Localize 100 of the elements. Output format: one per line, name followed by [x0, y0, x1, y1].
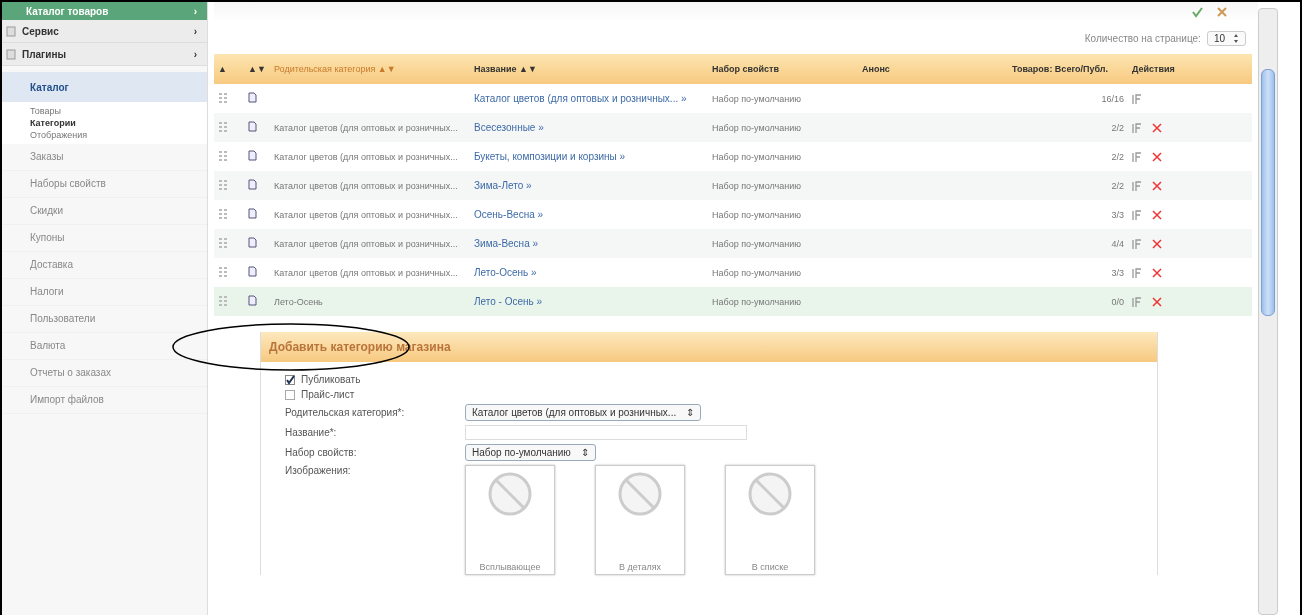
category-link[interactable]: Зима-Весна »: [474, 238, 539, 249]
delete-icon[interactable]: [1152, 296, 1162, 307]
edit-icon[interactable]: [1132, 150, 1142, 163]
edit-icon[interactable]: [1132, 237, 1142, 250]
sort-arrows-icon[interactable]: ▲▼: [248, 64, 266, 74]
drag-handle-icon[interactable]: [218, 265, 228, 278]
image-caption: Всплывающее: [479, 562, 541, 572]
edit-icon[interactable]: [1132, 295, 1142, 308]
sidebar-item[interactable]: Доставка: [2, 252, 207, 279]
table-cell: Каталог цветов (для оптовых и розничных...: [270, 258, 470, 287]
checkbox-label: Прайс-лист: [301, 389, 355, 400]
table-cell: 3/3: [1008, 258, 1128, 287]
delete-icon[interactable]: [1152, 180, 1162, 191]
table-cell: 2/2: [1008, 171, 1128, 200]
sidebar-item[interactable]: Скидки: [2, 198, 207, 225]
edit-icon[interactable]: [1132, 266, 1142, 279]
sidebar-item[interactable]: Пользователи: [2, 306, 207, 333]
delete-icon[interactable]: [1152, 151, 1162, 162]
check-icon[interactable]: [1191, 6, 1204, 18]
table-cell: 4/4: [1008, 229, 1128, 258]
category-link[interactable]: Осень-Весна »: [474, 209, 544, 220]
sidebar-section[interactable]: Плагины ›: [2, 43, 207, 66]
sidebar-item[interactable]: Купоны: [2, 225, 207, 252]
edit-icon[interactable]: [1132, 208, 1142, 221]
select-field[interactable]: Набор по-умолчанию ⇕: [465, 444, 596, 461]
sort-arrows-icon[interactable]: ▲▼: [519, 64, 537, 74]
table-row[interactable]: Каталог цветов (для оптовых и розничных... Букеты, композиции и корзины » Набор по-умолчанию 2/2: [214, 142, 1252, 171]
category-link[interactable]: Всесезонные »: [474, 122, 544, 133]
drag-handle-icon[interactable]: [218, 149, 228, 162]
drag-handle-icon[interactable]: [218, 236, 228, 249]
field-label: Изображения:: [285, 465, 352, 476]
sidebar-item[interactable]: Импорт файлов: [2, 387, 207, 414]
table-row[interactable]: Каталог цветов (для оптовых и розничных... Зима-Лето » Набор по-умолчанию 2/2: [214, 171, 1252, 200]
table-row[interactable]: Каталог цветов (для оптовых и розничных... » Набор по-умолчанию 16/16: [214, 84, 1252, 113]
delete-icon[interactable]: [1152, 209, 1162, 220]
document-icon: [248, 179, 257, 190]
input-field[interactable]: [465, 425, 747, 440]
no-image-icon: [748, 472, 792, 516]
column-header[interactable]: ▲▼: [244, 54, 270, 84]
table-cell: Каталог цветов (для оптовых и розничных...: [270, 171, 470, 200]
table-cell: 3/3: [1008, 200, 1128, 229]
category-link[interactable]: Зима-Лето »: [474, 180, 532, 191]
image-slot[interactable]: В деталях: [595, 465, 685, 575]
sidebar-item[interactable]: Заказы: [2, 144, 207, 171]
drag-handle-icon[interactable]: [218, 120, 228, 133]
arrow-icon: ›: [193, 25, 197, 37]
checkbox[interactable]: [285, 389, 295, 400]
drag-handle-icon[interactable]: [218, 91, 228, 104]
sidebar-section[interactable]: Сервис ›: [2, 20, 207, 43]
category-link[interactable]: Лето - Осень »: [474, 296, 543, 307]
image-slot[interactable]: В списке: [725, 465, 815, 575]
table-row[interactable]: Каталог цветов (для оптовых и розничных... Лето-Осень » Набор по-умолчанию 3/3: [214, 258, 1252, 287]
table-row[interactable]: Каталог цветов (для оптовых и розничных... Зима-Весна » Набор по-умолчанию 4/4: [214, 229, 1252, 258]
close-icon[interactable]: [1216, 6, 1228, 18]
document-icon: [248, 208, 257, 219]
table-row[interactable]: Лето-Осень Лето - Осень » Набор по-умолчанию 0/0: [214, 287, 1252, 316]
drag-handle-icon[interactable]: [218, 178, 228, 191]
table-cell: 0/0: [1008, 287, 1128, 316]
delete-icon[interactable]: [1152, 122, 1162, 133]
table-row[interactable]: Каталог цветов (для оптовых и розничных... Осень-Весна » Набор по-умолчанию 3/3: [214, 200, 1252, 229]
category-link[interactable]: Каталог цветов (для оптовых и розничных... »: [474, 93, 687, 104]
field-label: Набор свойств:: [285, 447, 358, 458]
submenu-item[interactable]: Категории: [30, 118, 207, 128]
edit-icon[interactable]: [1132, 179, 1142, 192]
edit-icon[interactable]: [1132, 92, 1142, 105]
sidebar-item[interactable]: Наборы свойств: [2, 171, 207, 198]
sort-arrows-icon[interactable]: ▲: [218, 64, 227, 74]
table-row[interactable]: Каталог цветов (для оптовых и розничных... Всесезонные » Набор по-умолчанию 2/2: [214, 113, 1252, 142]
column-header[interactable]: ▲: [214, 54, 244, 84]
column-header[interactable]: Товаров: Всего/Публ.: [1008, 54, 1128, 84]
edit-icon[interactable]: [1132, 121, 1142, 134]
table-cell: Каталог цветов (для оптовых и розничных...: [270, 142, 470, 171]
sidebar-item[interactable]: Валюта: [2, 333, 207, 360]
sidebar-header[interactable]: Каталог товаров ›: [2, 2, 207, 20]
drag-handle-icon[interactable]: [218, 207, 228, 220]
sidebar-item[interactable]: Налоги: [2, 279, 207, 306]
table-cell: 16/16: [1008, 84, 1128, 113]
submenu-item[interactable]: Отображения: [30, 130, 207, 140]
document-icon: [248, 92, 257, 103]
submenu-item[interactable]: Товары: [30, 106, 207, 116]
category-link[interactable]: Лето-Осень »: [474, 267, 537, 278]
header-label: Каталог товаров: [26, 5, 109, 17]
sidebar-item[interactable]: Каталог: [2, 72, 207, 102]
column-header[interactable]: Название ▲▼: [470, 54, 708, 84]
field-label: Название*:: [285, 427, 338, 438]
field-label: Родительская категория*:: [285, 407, 406, 418]
select-field[interactable]: Каталог цветов (для оптовых и розничных... ⇕: [465, 404, 702, 421]
sidebar-item[interactable]: Отчеты о заказах: [2, 360, 207, 387]
category-link[interactable]: Букеты, композиции и корзины »: [474, 151, 626, 162]
column-header[interactable]: Анонс: [858, 54, 1008, 84]
column-header[interactable]: Набор свойств: [708, 54, 858, 84]
table-cell: Набор по-умолчанию: [708, 229, 858, 258]
checkbox[interactable]: [285, 374, 295, 385]
image-slot[interactable]: Всплывающее: [465, 465, 555, 575]
scrollbar-thumb[interactable]: [1261, 69, 1275, 316]
column-header[interactable]: Действия: [1128, 54, 1252, 84]
drag-handle-icon[interactable]: [218, 294, 228, 307]
delete-icon[interactable]: [1152, 238, 1162, 249]
per-page-select[interactable]: 10: [1206, 30, 1246, 46]
delete-icon[interactable]: [1152, 267, 1162, 278]
